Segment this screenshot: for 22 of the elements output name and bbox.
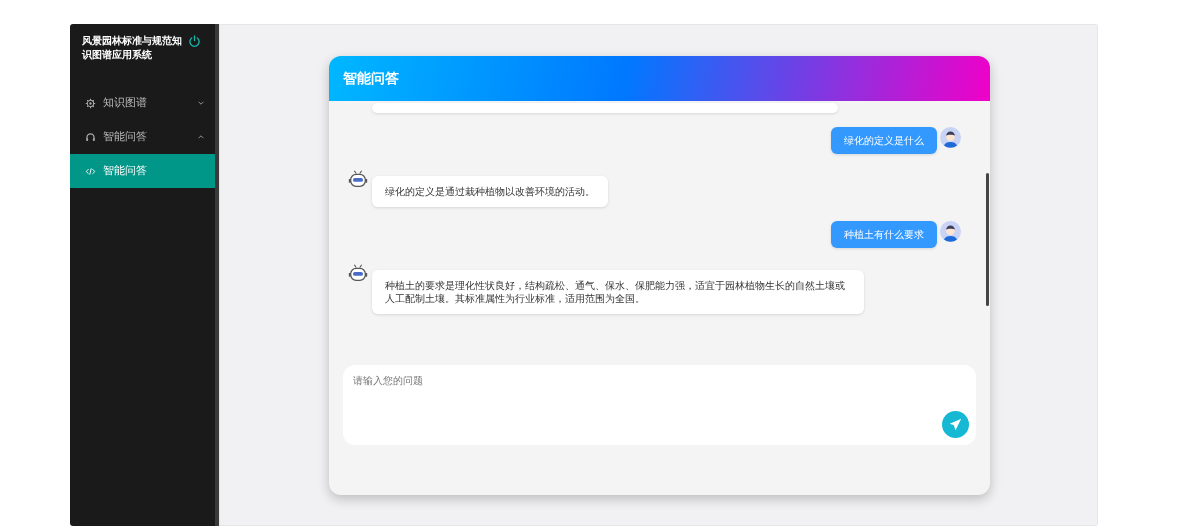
question-input[interactable]: 请输入您的问题 [343, 365, 976, 445]
user-message: 种植土有什么要求 [831, 221, 937, 248]
user-message: 绿化的定义是什么 [831, 127, 937, 154]
robot-avatar-icon [347, 262, 369, 284]
bot-message: 种植土的要求是理化性状良好，结构疏松、通气、保水、保肥能力强，适宜于园林植物生长的自然土壤或人工配制土壤。其标准属性为行业标准，适用范围为全国。 [372, 270, 864, 314]
app-title: 风景园林标准与规范知识图谱应用系统 [82, 34, 183, 62]
user-avatar-icon [940, 127, 961, 148]
send-icon [949, 418, 962, 431]
gear-icon [85, 97, 96, 109]
menu-item[interactable]: 知识图谱 [70, 86, 215, 120]
power-icon[interactable] [188, 35, 201, 48]
bot-message: 绿化的定义是通过栽种植物以改善环境的活动。 [372, 176, 608, 207]
menu-item[interactable]: 智能问答 [70, 120, 215, 154]
menu-item[interactable]: 智能问答 [70, 154, 215, 188]
chevron-icon [197, 133, 205, 141]
code-icon [85, 165, 96, 177]
robot-avatar-icon [347, 168, 369, 190]
chat-title: 智能问答 [343, 69, 399, 88]
scrollbar-thumb[interactable] [986, 173, 989, 306]
chevron-icon [197, 99, 205, 107]
headset-icon [85, 131, 96, 143]
user-avatar-icon [940, 221, 961, 242]
